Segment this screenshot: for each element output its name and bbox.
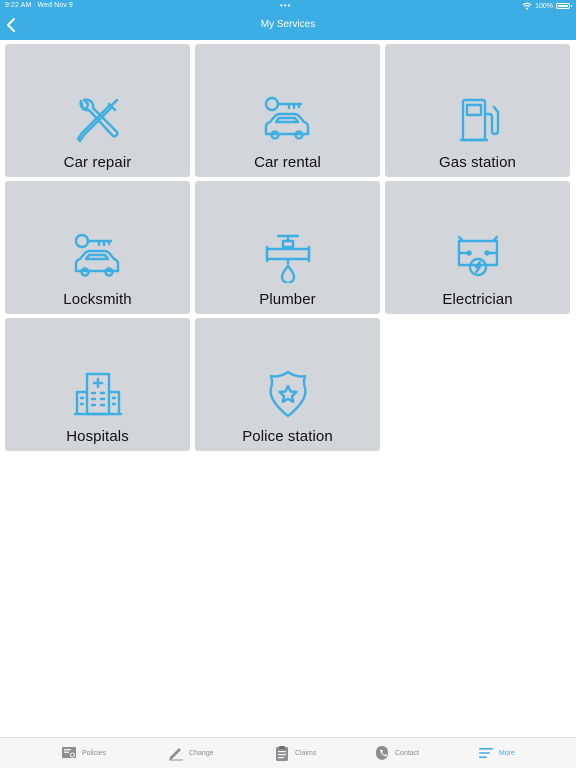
battery-percent: 100% xyxy=(535,2,553,10)
wrench-screwdriver-icon xyxy=(76,98,118,143)
pipe-faucet-icon xyxy=(265,234,310,283)
tab-change[interactable]: Change xyxy=(168,744,214,762)
tab-claims[interactable]: Claims xyxy=(274,744,316,762)
service-label: Gas station xyxy=(439,154,516,171)
car-key-icon xyxy=(264,96,309,140)
police-badge-icon xyxy=(268,370,307,418)
wifi-icon xyxy=(522,2,532,10)
service-label: Car rental xyxy=(254,154,321,171)
status-time: 9:22 AM Wed Nov 9 xyxy=(5,2,73,9)
status-indicators: 100% xyxy=(522,2,572,10)
service-tile-gas-station[interactable]: Gas station xyxy=(385,44,570,177)
contact-icon xyxy=(376,746,388,760)
service-label: Car repair xyxy=(63,154,132,171)
policy-certificate-icon xyxy=(62,747,76,758)
multitasking-dots[interactable]: ••• xyxy=(280,1,291,10)
pencil-icon xyxy=(169,748,183,761)
tab-label: Change xyxy=(189,749,214,757)
hospital-icon xyxy=(73,372,122,416)
tab-bar: Policies Change Claims Contact More xyxy=(0,737,576,768)
navigation-bar: 9:22 AM Wed Nov 9 ••• 100% My Services xyxy=(0,0,576,40)
battery-icon xyxy=(556,3,572,9)
service-label: Locksmith xyxy=(63,291,132,308)
service-tile-hospitals[interactable]: Hospitals xyxy=(5,318,190,451)
service-label: Plumber xyxy=(259,291,316,308)
tab-contact[interactable]: Contact xyxy=(374,744,419,762)
tab-label: Claims xyxy=(295,749,317,757)
page-title: My Services xyxy=(260,19,316,30)
tab-more[interactable]: More xyxy=(478,744,515,762)
service-tile-car-repair[interactable]: Car repair xyxy=(5,44,190,177)
car-key-icon xyxy=(74,233,119,277)
service-tile-electrician[interactable]: Electrician xyxy=(385,181,570,314)
electric-circuit-icon xyxy=(457,235,498,277)
service-tile-locksmith[interactable]: Locksmith xyxy=(5,181,190,314)
service-label: Police station xyxy=(242,428,333,445)
fuel-pump-icon xyxy=(459,98,499,142)
menu-lines-icon xyxy=(479,748,493,758)
tab-label: More xyxy=(499,749,515,757)
service-label: Electrician xyxy=(442,291,513,308)
tab-policies[interactable]: Policies xyxy=(61,744,106,762)
service-label: Hospitals xyxy=(66,428,129,445)
tab-label: Contact xyxy=(395,749,420,757)
service-tile-car-rental[interactable]: Car rental xyxy=(195,44,380,177)
clipboard-icon xyxy=(276,746,288,761)
tab-label: Policies xyxy=(82,749,107,757)
service-tile-police-station[interactable]: Police station xyxy=(195,318,380,451)
service-tile-plumber[interactable]: Plumber xyxy=(195,181,380,314)
